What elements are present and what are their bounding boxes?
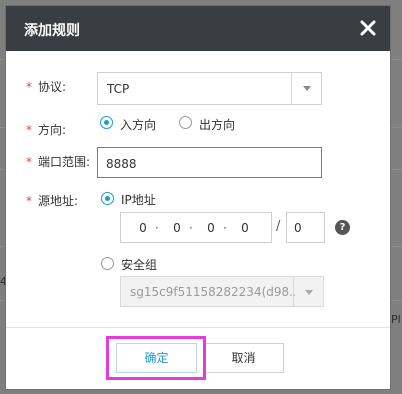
ip-dot: · bbox=[223, 221, 227, 235]
mask-value: 0 bbox=[294, 221, 302, 235]
add-rule-dialog: 添加规则 * 协议: TCP * 方向: 入方向 出方向 * 端口范围: 8888 *… bbox=[5, 5, 391, 390]
mask-separator: / bbox=[276, 219, 281, 234]
cancel-button[interactable]: 取消 bbox=[203, 343, 284, 373]
radio-outbound-label[interactable]: 出方向 bbox=[199, 116, 235, 133]
source-label-text: 源地址: bbox=[38, 194, 79, 208]
protocol-value: TCP bbox=[107, 82, 130, 96]
ip-segment-1[interactable]: 0 bbox=[136, 221, 150, 235]
port-range-input[interactable]: 8888 bbox=[97, 147, 322, 178]
mask-input[interactable]: 0 bbox=[286, 212, 325, 243]
ip-address-input[interactable]: 0 · 0 · 0 · 0 bbox=[120, 212, 272, 243]
background-fragment: Pl bbox=[391, 313, 401, 326]
protocol-select[interactable]: TCP bbox=[97, 72, 322, 105]
chevron-down-icon bbox=[291, 73, 321, 104]
protocol-label-text: 协议: bbox=[38, 80, 67, 94]
required-mark: * bbox=[26, 123, 32, 137]
ip-segment-2[interactable]: 0 bbox=[170, 221, 184, 235]
radio-inbound[interactable] bbox=[100, 116, 113, 129]
radio-security-group-label[interactable]: 安全组 bbox=[121, 256, 157, 273]
port-range-label: * 端口范围: bbox=[26, 153, 90, 170]
ip-segment-4[interactable]: 0 bbox=[238, 221, 252, 235]
radio-inbound-label[interactable]: 入方向 bbox=[120, 116, 156, 133]
required-mark: * bbox=[26, 194, 32, 208]
port-range-value: 8888 bbox=[106, 157, 137, 171]
port-range-label-text: 端口范围: bbox=[38, 155, 91, 169]
ip-dot: · bbox=[155, 221, 159, 235]
ip-segment-3[interactable]: 0 bbox=[204, 221, 218, 235]
radio-ip-address[interactable] bbox=[101, 192, 114, 205]
security-group-select: sg15c9f51158282234(d98... bbox=[120, 276, 324, 307]
dialog-header: 添加规则 bbox=[6, 6, 390, 51]
help-icon[interactable]: ? bbox=[335, 220, 350, 235]
radio-outbound[interactable] bbox=[179, 116, 192, 129]
required-mark: * bbox=[26, 155, 32, 169]
protocol-label: * 协议: bbox=[26, 78, 66, 95]
chevron-down-icon bbox=[293, 277, 323, 306]
highlight-annotation bbox=[106, 336, 206, 380]
security-group-value: sg15c9f51158282234(d98... bbox=[130, 285, 295, 299]
direction-label-text: 方向: bbox=[38, 123, 67, 137]
dialog-title: 添加规则 bbox=[24, 23, 80, 39]
radio-ip-address-label[interactable]: IP地址 bbox=[121, 191, 156, 208]
close-icon[interactable] bbox=[358, 18, 378, 38]
ip-dot: · bbox=[189, 221, 193, 235]
radio-security-group[interactable] bbox=[101, 257, 114, 270]
footer-divider bbox=[6, 327, 390, 328]
required-mark: * bbox=[26, 80, 32, 94]
source-label: * 源地址: bbox=[26, 192, 78, 209]
direction-label: * 方向: bbox=[26, 121, 66, 138]
